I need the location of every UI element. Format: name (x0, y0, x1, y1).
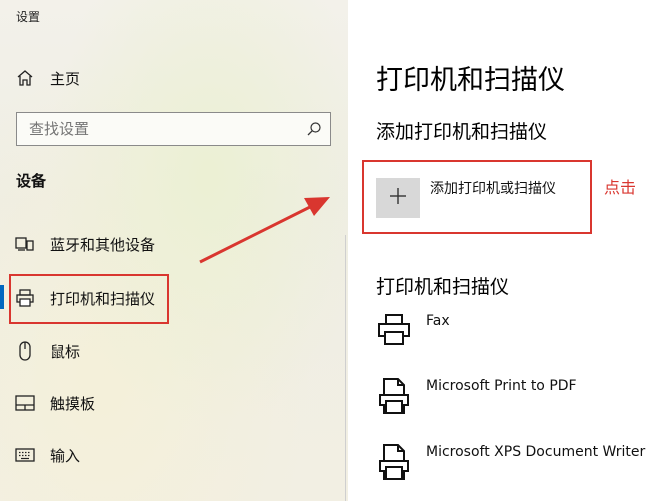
sidebar-item-touchpad[interactable]: 触摸板 (14, 388, 95, 418)
keyboard-icon (14, 444, 36, 466)
printer-name: Microsoft XPS Document Writer (426, 444, 646, 460)
search-box[interactable] (16, 112, 331, 146)
sidebar-item-label: 鼠标 (50, 342, 81, 361)
printer-item-pdf[interactable]: Microsoft Print to PDF (376, 377, 577, 417)
pdf-printer-icon (376, 377, 416, 417)
sidebar-item-bluetooth[interactable]: 蓝牙和其他设备 (14, 229, 155, 259)
sidebar-item-label: 主页 (50, 69, 81, 88)
callout-text: 点击 (604, 178, 637, 197)
printer-name: Fax (426, 313, 450, 329)
sidebar-item-label: 触摸板 (50, 394, 96, 413)
add-section-title: 添加打印机和扫描仪 (376, 121, 548, 143)
search-input[interactable] (17, 113, 297, 145)
sidebar-item-home[interactable]: 主页 (14, 63, 80, 93)
scrollbar-track[interactable] (345, 235, 346, 501)
bluetooth-devices-icon (14, 233, 36, 255)
printer-item-fax[interactable]: Fax (376, 312, 450, 352)
main-content: 打印机和扫描仪 添加打印机和扫描仪 添加打印机或扫描仪 点击 打印机和扫描仪 F… (348, 0, 665, 501)
plus-icon (388, 186, 408, 210)
sidebar-item-mouse[interactable]: 鼠标 (14, 336, 80, 366)
mouse-icon (14, 340, 36, 362)
add-printer-label[interactable]: 添加打印机或扫描仪 (430, 178, 556, 198)
window-title: 设置 (16, 10, 41, 24)
page-title: 打印机和扫描仪 (376, 65, 565, 96)
sidebar: 设置 主页 设备 蓝牙和其他设备 打印机和扫描仪 鼠标 (0, 0, 348, 501)
fax-printer-icon (376, 312, 416, 352)
search-icon[interactable] (306, 121, 322, 137)
home-icon (14, 67, 36, 89)
printer-name: Microsoft Print to PDF (426, 378, 577, 394)
xps-printer-icon (376, 443, 416, 483)
sidebar-item-label: 输入 (50, 446, 81, 465)
sidebar-item-input[interactable]: 输入 (14, 440, 80, 470)
printer-icon (14, 287, 36, 309)
printer-item-xps[interactable]: Microsoft XPS Document Writer (376, 443, 645, 483)
sidebar-item-printers[interactable]: 打印机和扫描仪 (14, 283, 155, 313)
selected-indicator (0, 285, 4, 309)
sidebar-item-label: 打印机和扫描仪 (50, 289, 156, 308)
printer-list-title: 打印机和扫描仪 (376, 276, 510, 298)
sidebar-item-label: 蓝牙和其他设备 (50, 235, 156, 254)
touchpad-icon (14, 392, 36, 414)
add-printer-button[interactable] (376, 178, 420, 218)
section-title: 设备 (16, 172, 47, 190)
